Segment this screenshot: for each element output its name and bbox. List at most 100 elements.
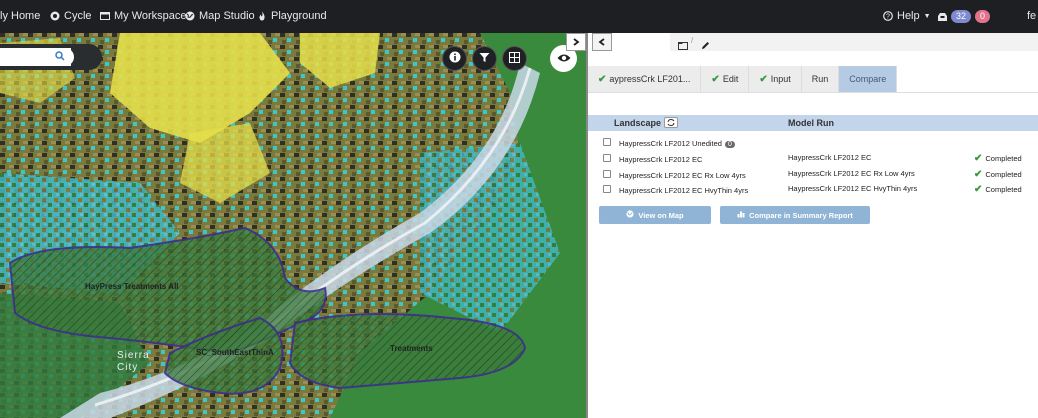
layers-button[interactable]	[502, 46, 527, 71]
breadcrumb: /	[670, 33, 1038, 51]
check-icon: ✔	[974, 153, 983, 164]
refresh-button[interactable]	[664, 117, 678, 128]
tab-landscape-label: aypressCrk LF201...	[609, 74, 691, 84]
row-landscape-text: HaypressCrk LF2012 Unedited	[619, 139, 722, 148]
nav-playground[interactable]: Playground	[257, 10, 327, 22]
nav-map-studio-label: Map Studio	[199, 10, 255, 22]
top-navbar: ly Home Cycle My Workspace Map Studio Pl…	[0, 0, 1038, 33]
question-icon: ?	[883, 11, 893, 21]
check-icon: ✔	[974, 184, 983, 195]
search-icon	[55, 48, 65, 66]
collapse-panel-button[interactable]	[592, 33, 612, 51]
check-icon: ✔	[711, 73, 720, 85]
row-landscape: HaypressCrk LF2012 EC	[619, 155, 703, 164]
map-search-button[interactable]	[49, 48, 71, 66]
tab-edit-label: Edit	[722, 74, 739, 84]
check-icon: ✔	[759, 73, 768, 85]
row-checkbox[interactable]	[603, 154, 611, 162]
cycle-icon	[50, 11, 60, 21]
table-row: HaypressCrk LF2012 EC HaypressCrk LF2012…	[588, 153, 1038, 167]
tab-compare-label: Compare	[849, 74, 887, 84]
nav-map-studio[interactable]: Map Studio	[185, 10, 255, 22]
view-on-map-label: View on Map	[638, 210, 684, 220]
refresh-icon	[667, 118, 675, 128]
step-tabs: ✔ aypressCrk LF201... ✔ Edit ✔ Input Run…	[588, 66, 898, 92]
nav-playground-label: Playground	[271, 10, 327, 22]
nav-workspace-label: My Workspace	[114, 10, 187, 22]
row-status-text: Completed	[985, 154, 1022, 163]
eye-icon	[557, 50, 571, 68]
inbox[interactable]: 32 0	[937, 10, 991, 23]
notification-count-badge: 0	[975, 10, 991, 23]
chevron-left-icon	[598, 33, 606, 51]
right-panel: / ✔ aypressCrk LF201... ✔ Edit ✔ Input R…	[586, 33, 1038, 418]
globe-icon	[626, 210, 634, 220]
row-status-text: Completed	[985, 185, 1022, 194]
map-label-area1: HayPress Treatments All	[85, 282, 179, 291]
filter-icon	[479, 52, 490, 66]
info-icon	[449, 51, 461, 66]
check-icon: ✔	[598, 73, 607, 85]
tab-run-label: Run	[811, 74, 829, 84]
compare-summary-button[interactable]: Compare in Summary Report	[720, 206, 870, 224]
compare-table-header: Landscape Model Run	[588, 115, 1038, 131]
check-icon: ✔	[974, 169, 983, 180]
row-status: ✔ Completed	[974, 184, 1022, 195]
tab-input[interactable]: ✔ Input	[749, 66, 802, 92]
workspace-icon	[100, 11, 110, 21]
nav-cycle-label: Cycle	[64, 10, 92, 22]
svg-text:?: ?	[886, 14, 890, 21]
row-count-badge: 0	[724, 141, 735, 148]
row-model-run: HaypressCrk LF2012 EC Rx Low 4yrs	[788, 169, 915, 178]
tab-compare[interactable]: Compare	[839, 66, 898, 92]
user-menu[interactable]: fe	[1027, 10, 1036, 22]
row-status-text: Completed	[985, 170, 1022, 179]
row-model-run: HaypressCrk LF2012 EC HvyThin 4yrs	[788, 184, 918, 193]
map-search	[0, 44, 102, 70]
tab-input-label: Input	[770, 74, 791, 84]
pencil-icon[interactable]	[701, 37, 710, 55]
bar-chart-icon	[737, 210, 745, 220]
user-initials: fe	[1027, 10, 1037, 22]
row-landscape: HaypressCrk LF2012 EC Rx Low 4yrs	[619, 171, 746, 180]
tab-edit[interactable]: ✔ Edit	[701, 66, 750, 92]
tab-divider	[588, 92, 1038, 93]
map-label-town: Sierra City	[117, 350, 150, 373]
inbox-icon	[937, 12, 947, 22]
nav-home[interactable]: ly Home	[0, 10, 40, 22]
filter-button[interactable]	[472, 46, 497, 71]
tab-landscape[interactable]: ✔ aypressCrk LF201...	[588, 66, 702, 92]
table-row: HaypressCrk LF2012 EC Rx Low 4yrs Haypre…	[588, 169, 1038, 183]
row-checkbox[interactable]	[603, 170, 611, 178]
info-button[interactable]	[442, 46, 467, 71]
row-status: ✔ Completed	[974, 153, 1022, 164]
col-landscape: Landscape	[614, 118, 662, 128]
nav-home-label: ly Home	[0, 10, 41, 22]
compare-summary-label: Compare in Summary Report	[749, 210, 853, 220]
nav-workspace[interactable]: My Workspace	[100, 10, 187, 22]
breadcrumb-separator: /	[691, 36, 694, 45]
layers-icon	[509, 51, 520, 66]
help-label: Help	[897, 10, 920, 22]
row-model-run: HaypressCrk LF2012 EC	[788, 153, 872, 162]
folder-icon[interactable]	[678, 37, 688, 55]
caret-down-icon: ▼	[923, 12, 931, 20]
row-status: ✔ Completed	[974, 169, 1022, 180]
table-row: HaypressCrk LF2012 Unedited 0	[588, 137, 1038, 151]
help-menu[interactable]: ? Help ▼	[883, 10, 931, 22]
map-view[interactable]: HayPress Treatments All SC_SouthEastThin…	[0, 33, 586, 418]
nav-cycle[interactable]: Cycle	[50, 10, 92, 22]
tab-run[interactable]: Run	[801, 66, 840, 92]
map-canvas	[0, 33, 586, 418]
expand-panel-button[interactable]	[566, 33, 586, 51]
chevron-right-icon	[572, 33, 580, 51]
map-label-area2: SC_SouthEastThinA	[196, 348, 274, 357]
table-row: HaypressCrk LF2012 EC HvyThin 4yrs Haypr…	[588, 184, 1038, 198]
row-checkbox[interactable]	[603, 185, 611, 193]
map-label-area3: Treatments	[390, 344, 433, 353]
row-checkbox[interactable]	[603, 138, 611, 146]
fire-icon	[257, 11, 267, 21]
view-on-map-button[interactable]: View on Map	[599, 206, 711, 224]
row-landscape: HaypressCrk LF2012 EC HvyThin 4yrs	[619, 186, 749, 195]
row-landscape: HaypressCrk LF2012 Unedited 0	[619, 139, 735, 148]
